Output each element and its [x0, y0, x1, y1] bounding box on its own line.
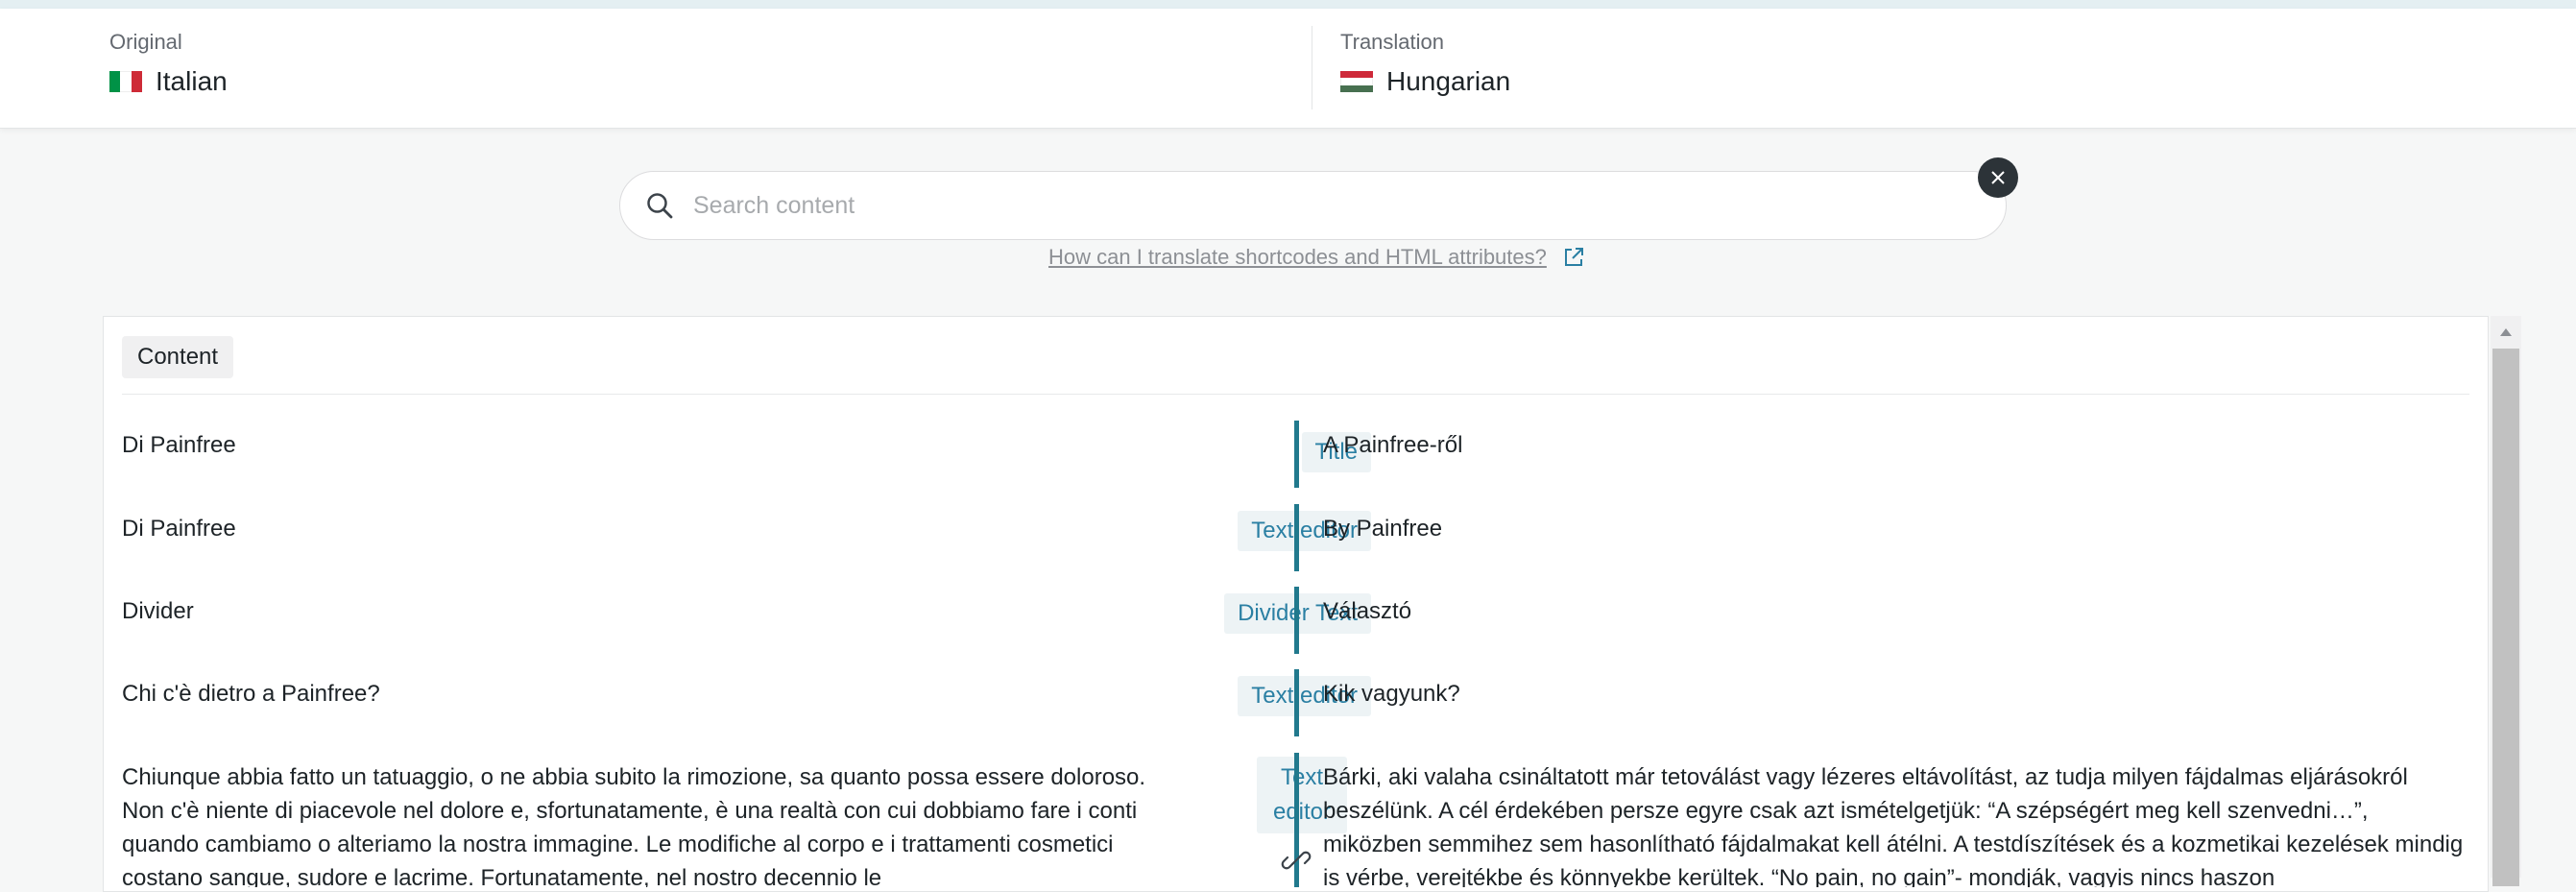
translation-text[interactable]: A Painfree-ről	[1323, 428, 2466, 462]
translation-text[interactable]: Kik vagyunk?	[1323, 677, 2466, 711]
section-label: Content	[122, 336, 234, 378]
original-text: Chi c'è dietro a Painfree?	[122, 681, 380, 707]
help-row: How can I translate shortcodes and HTML …	[1048, 243, 1587, 272]
shortcodes-help-link[interactable]: How can I translate shortcodes and HTML …	[1048, 245, 1547, 270]
translation-language: Translation Hungarian	[1340, 29, 1510, 98]
translation-text[interactable]: By Painfree	[1323, 512, 2466, 545]
language-header: Original Italian Translation Hungarian	[0, 9, 2576, 129]
scrollbar-thumb[interactable]	[2492, 349, 2519, 886]
hungary-flag-icon	[1340, 71, 1373, 92]
row-accent-bar	[1294, 669, 1299, 736]
italy-flag-icon	[109, 71, 142, 92]
clear-search-button[interactable]	[1978, 157, 2018, 198]
external-link-icon[interactable]	[1562, 245, 1587, 270]
original-language-name: Italian	[156, 66, 228, 96]
translation-text[interactable]: Választó	[1323, 594, 2466, 628]
row-accent-bar	[1294, 421, 1299, 488]
search-box	[619, 171, 2007, 240]
original-text: Di Painfree	[122, 516, 236, 542]
content-panel: Content Di Painfree Title A Painfree-ről…	[103, 316, 2489, 892]
original-text: Di Painfree	[122, 432, 236, 458]
original-text: Divider	[122, 598, 194, 624]
row-accent-bar	[1294, 504, 1299, 571]
original-text: Chiunque abbia fatto un tatuaggio, o ne …	[122, 764, 1146, 887]
translation-language-name: Hungarian	[1386, 66, 1511, 96]
search-icon	[643, 189, 676, 222]
scroll-up-arrow-icon[interactable]	[2491, 322, 2521, 343]
translation-text[interactable]: Bárki, aki valaha csináltatott már tetov…	[1323, 760, 2466, 887]
row-accent-bar	[1294, 587, 1299, 654]
close-icon	[1991, 171, 2005, 184]
content-scrollbar[interactable]	[2491, 316, 2521, 886]
translation-caption: Translation	[1340, 30, 1445, 54]
original-language: Original Italian	[109, 29, 228, 98]
top-strip	[0, 0, 2576, 9]
original-caption: Original	[109, 30, 182, 54]
section-divider	[122, 394, 2469, 395]
search-input[interactable]	[693, 191, 1941, 220]
link-icon[interactable]	[1281, 845, 1313, 878]
